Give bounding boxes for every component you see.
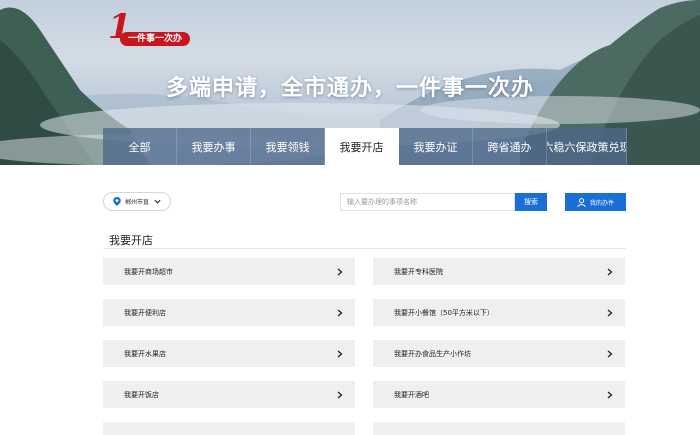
search-button[interactable]: 搜索 xyxy=(515,193,547,211)
tab-open-store[interactable]: 我要开店 xyxy=(325,128,399,165)
chevron-right-icon xyxy=(607,309,613,316)
chevron-right-icon xyxy=(337,309,343,316)
section-title: 我要开店 xyxy=(109,234,153,247)
chevron-right-icon xyxy=(337,268,343,275)
list-item[interactable]: 我要开办食品生产小作坊 xyxy=(373,340,625,367)
list-item[interactable]: 我要开商场超市 xyxy=(103,258,355,285)
list-item-label: 我要开酒吧 xyxy=(394,390,429,399)
list-item[interactable]: 我要开水果店 xyxy=(103,340,355,367)
list-item-label: 我要开水果店 xyxy=(124,349,166,358)
list-item-label: 我要开专科医院 xyxy=(394,267,443,276)
list-item[interactable]: 我要开便利店 xyxy=(103,299,355,326)
my-items-label: 我的办件 xyxy=(589,199,614,207)
tab-policy-fulfillment[interactable]: 六稳六保政策兑现 xyxy=(547,128,627,165)
tab-cross-province[interactable]: 跨省通办 xyxy=(473,128,547,165)
list-item-label: 我要开商场超市 xyxy=(124,267,173,276)
list-item[interactable]: 我要开酒吧 xyxy=(373,381,625,408)
my-items-button[interactable]: 我的办件 xyxy=(565,193,626,211)
list-item[interactable]: 我要开饭店 xyxy=(103,381,355,408)
category-tabs: 全部 我要办事 我要领钱 我要开店 我要办证 跨省通办 六稳六保政策兑现 xyxy=(103,128,627,165)
user-icon xyxy=(577,197,586,207)
list-item-label: 我要开饭店 xyxy=(124,390,159,399)
chevron-right-icon xyxy=(337,391,343,398)
chevron-right-icon xyxy=(337,350,343,357)
logo-text: 一件事一次办 xyxy=(120,32,190,46)
list-item-label: 我要开小餐馆（50平方米以下） xyxy=(394,308,494,317)
tab-do-business[interactable]: 我要办事 xyxy=(177,128,251,165)
section-divider xyxy=(103,248,626,249)
list-item[interactable] xyxy=(103,422,355,435)
list-item[interactable]: 我要开小餐馆（50平方米以下） xyxy=(373,299,625,326)
chevron-down-icon xyxy=(154,199,161,204)
banner-slogan: 多端申请，全市通办，一件事一次办 xyxy=(165,76,534,101)
location-pin-icon xyxy=(113,197,121,206)
list-item[interactable] xyxy=(373,422,625,435)
search-input[interactable]: 输入要办理的事项名称 xyxy=(340,193,515,211)
chevron-right-icon xyxy=(607,350,613,357)
logo[interactable]: 1 一件事一次办 xyxy=(108,10,192,48)
tab-all[interactable]: 全部 xyxy=(103,128,177,165)
list-item-label: 我要开便利店 xyxy=(124,308,166,317)
chevron-right-icon xyxy=(607,268,613,275)
city-selector[interactable]: 郴州市直 xyxy=(103,192,171,211)
chevron-right-icon xyxy=(607,391,613,398)
tab-get-money[interactable]: 我要领钱 xyxy=(251,128,325,165)
city-value: 郴州市直 xyxy=(125,199,150,206)
service-list: 我要开商场超市 我要开专科医院 我要开便利店 我要开小餐馆（50平方米以下） 我… xyxy=(103,258,625,435)
tab-get-license[interactable]: 我要办证 xyxy=(399,128,473,165)
list-item-label: 我要开办食品生产小作坊 xyxy=(394,349,471,358)
list-item[interactable]: 我要开专科医院 xyxy=(373,258,625,285)
